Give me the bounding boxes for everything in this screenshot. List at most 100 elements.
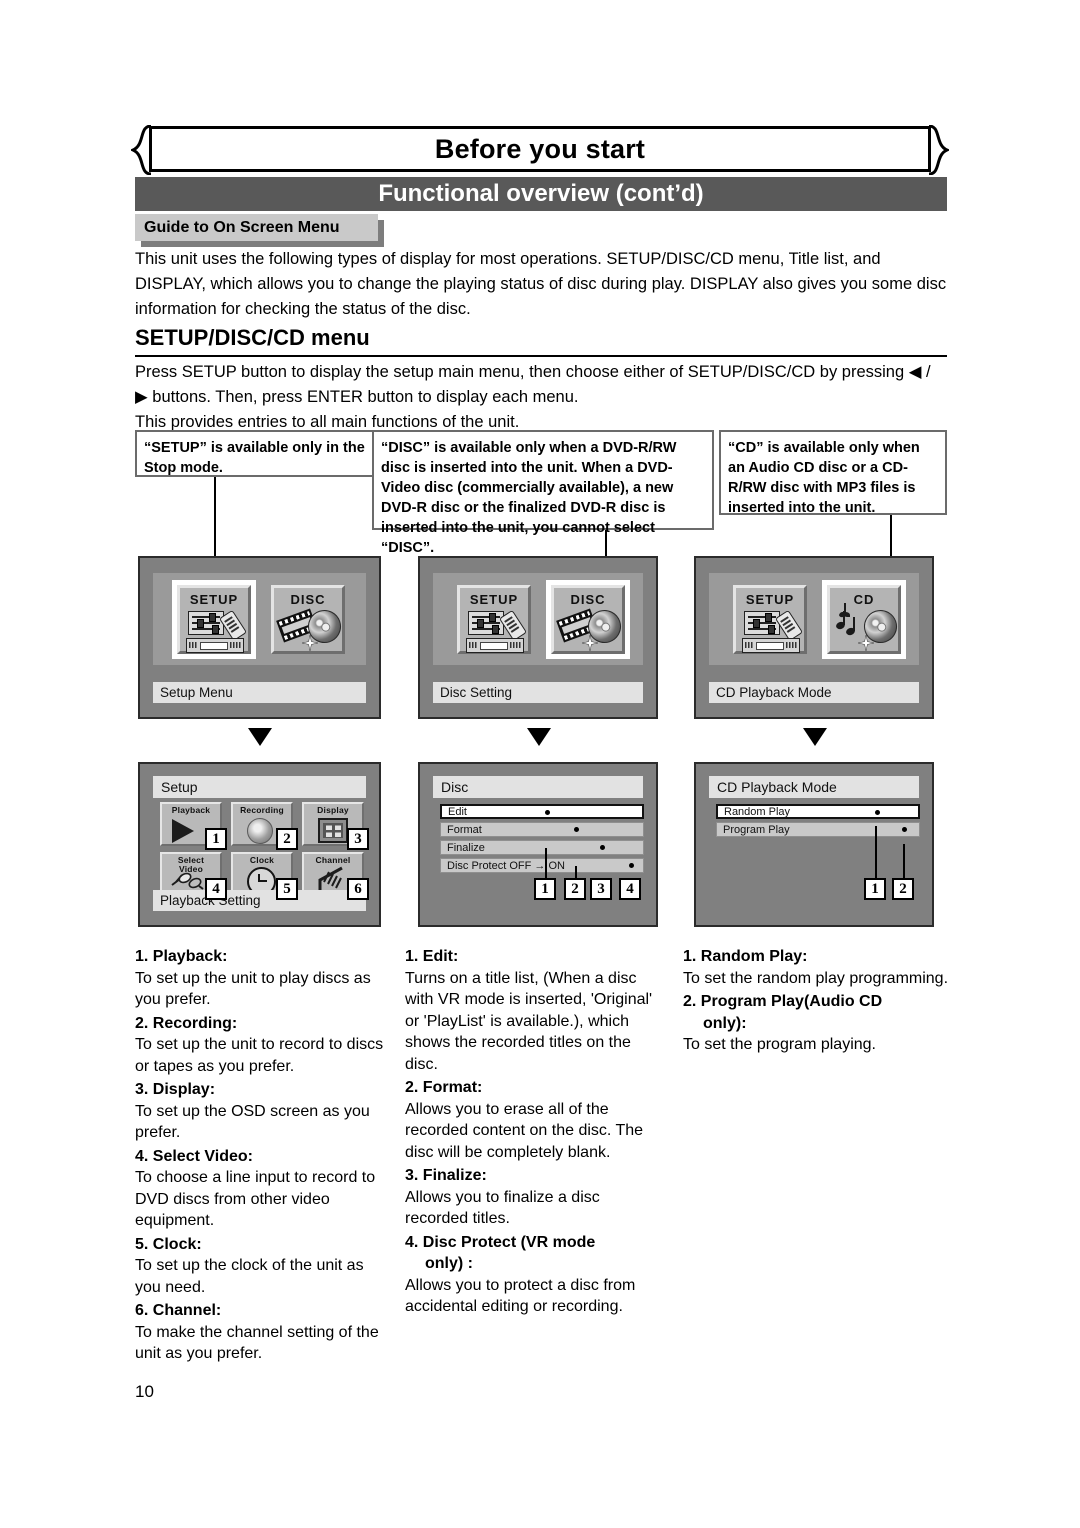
setup-tile-label: Recording bbox=[240, 805, 284, 815]
screen-disc-setting: SETUP DISC Disc Setting bbox=[418, 556, 658, 719]
tile-setup-label: SETUP bbox=[745, 592, 795, 607]
setup-tile-label: Display bbox=[317, 805, 349, 815]
page-title: Before you start bbox=[434, 133, 646, 164]
screen-caption: CD Playback Mode bbox=[709, 682, 919, 703]
descriptions-setup: 1. Playback: To set up the unit to play … bbox=[135, 944, 388, 1366]
screen-stage: SETUP DISC bbox=[153, 573, 366, 665]
setup-tile-grid: Playback 1 Recording 2 Display 3 Select V… bbox=[160, 802, 369, 900]
desc-heading: 3. Display: bbox=[135, 1081, 216, 1098]
callout-disc: “DISC” is available only when a DVD-R/RW… bbox=[372, 430, 714, 556]
screen-stage: SETUP CD bbox=[709, 573, 919, 665]
cd-option-list: Random Play Program Play bbox=[716, 804, 920, 840]
desc-heading: 3. Finalize: bbox=[405, 1167, 487, 1184]
desc-body: To choose a line input to record to DVD … bbox=[135, 1169, 376, 1229]
tile-setup[interactable]: SETUP bbox=[457, 585, 531, 654]
leader-dot bbox=[545, 810, 550, 815]
setup-tile-label: Clock bbox=[249, 855, 275, 865]
tile-setup[interactable]: SETUP bbox=[733, 585, 807, 654]
tile-disc[interactable]: DISC bbox=[271, 585, 346, 654]
equalizer-icon bbox=[188, 611, 224, 635]
record-icon bbox=[247, 818, 273, 844]
connector-line-disc bbox=[605, 530, 607, 556]
desc-body: To set up the unit to record to discs or… bbox=[135, 1036, 384, 1075]
tile-setup[interactable]: SETUP bbox=[172, 580, 256, 659]
screen-cd-menu: CD Playback Mode Random Play Program Pla… bbox=[694, 762, 934, 927]
osd-title: Disc bbox=[433, 776, 643, 798]
desc-heading-line2: only) : bbox=[425, 1255, 473, 1272]
callout-number-5: 5 bbox=[276, 878, 298, 900]
page-number: 10 bbox=[135, 1382, 154, 1401]
screen-cd-playback-mode: SETUP CD CD Playback Mode bbox=[694, 556, 934, 719]
desc-heading: 2. Format: bbox=[405, 1079, 483, 1096]
callout-number-1: 1 bbox=[864, 878, 886, 900]
osd-title: CD Playback Mode bbox=[709, 776, 919, 798]
desc-body: To set the program playing. bbox=[683, 1036, 876, 1053]
list-item[interactable]: Program Play bbox=[716, 822, 920, 837]
desc-body: Allows you to erase all of the recorded … bbox=[405, 1100, 644, 1161]
section-subtitle-bar: Functional overview (cont’d) bbox=[135, 177, 947, 211]
callout-number-2: 2 bbox=[564, 878, 586, 900]
desc-heading-line2: only): bbox=[703, 1014, 747, 1032]
page-banner: Before you start bbox=[131, 125, 949, 175]
desc-heading: 1. Playback: bbox=[135, 948, 228, 965]
leader-line bbox=[575, 866, 577, 878]
desc-body: Turns on a title list, (When a disc with… bbox=[405, 969, 653, 1073]
list-item-label: Format bbox=[447, 823, 482, 836]
screen-caption: Disc Setting bbox=[433, 682, 643, 703]
callout-number-3: 3 bbox=[590, 878, 612, 900]
list-item[interactable]: Format bbox=[440, 822, 644, 837]
desc-heading: 6. Channel: bbox=[135, 1302, 222, 1319]
callout-cd: “CD” is available only when an Audio CD … bbox=[719, 430, 947, 516]
leader-dot bbox=[875, 810, 880, 815]
list-item[interactable]: Edit bbox=[440, 804, 644, 819]
flow-arrow-down-icon bbox=[527, 728, 551, 746]
flow-arrow-down-icon bbox=[248, 728, 272, 746]
tile-disc-label: DISC bbox=[570, 592, 606, 607]
desc-heading: 1. Random Play: bbox=[683, 948, 808, 965]
desc-heading-line1: 2. Program Play(Audio CD bbox=[683, 993, 883, 1010]
recorder-deck-icon bbox=[186, 638, 244, 653]
leader-line bbox=[903, 844, 905, 878]
list-item-label: Program Play bbox=[723, 823, 790, 836]
sparkle-icon bbox=[582, 635, 598, 651]
list-item[interactable]: Disc Protect OFF → ON bbox=[440, 858, 644, 873]
screen-caption: Setup Menu bbox=[153, 682, 366, 703]
remote-control-icon bbox=[774, 609, 804, 642]
list-item-label: Edit bbox=[448, 805, 467, 818]
desc-heading: 4. Disc Protect (VR mode only) : bbox=[405, 1232, 667, 1275]
tile-setup-label: SETUP bbox=[189, 592, 239, 607]
callout-number-4: 4 bbox=[619, 878, 641, 900]
leader-dot bbox=[902, 827, 907, 832]
sparkle-icon bbox=[858, 635, 874, 651]
screen-caption: Playback Setting bbox=[153, 890, 366, 911]
desc-heading: 1. Edit: bbox=[405, 948, 459, 965]
desc-body: To set up the OSD screen as you prefer. bbox=[135, 1102, 370, 1142]
tile-disc[interactable]: DISC bbox=[546, 580, 630, 659]
list-item[interactable]: Random Play bbox=[716, 804, 920, 819]
tile-cd[interactable]: CD bbox=[822, 580, 906, 659]
list-item[interactable]: Finalize bbox=[440, 840, 644, 855]
remote-control-icon bbox=[218, 609, 248, 642]
list-item-label: Random Play bbox=[724, 805, 791, 818]
callout-setup: “SETUP” is available only in the Stop mo… bbox=[135, 430, 375, 477]
tile-cd-label: CD bbox=[853, 592, 875, 607]
av-plug-icon bbox=[171, 872, 204, 890]
desc-heading-line1: 4. Disc Protect (VR mode bbox=[405, 1233, 596, 1251]
descriptions-cd: 1. Random Play: To set the random play p… bbox=[683, 944, 953, 1057]
section-tab-label: Guide to On Screen Menu bbox=[144, 218, 340, 236]
callout-number-6: 6 bbox=[347, 878, 369, 900]
leader-line bbox=[875, 826, 877, 878]
callout-number-2: 2 bbox=[892, 878, 914, 900]
heading-rule bbox=[135, 355, 947, 357]
desc-body: Allows you to protect a disc from accide… bbox=[405, 1276, 636, 1316]
intro-paragraph: This unit uses the following types of di… bbox=[135, 250, 947, 318]
leader-dot bbox=[600, 845, 605, 850]
setup-tile-label: Channel bbox=[315, 855, 351, 865]
list-item-label: Finalize bbox=[447, 841, 485, 854]
desc-body: To set up the unit to play discs as you … bbox=[135, 969, 371, 1009]
leader-dot bbox=[574, 827, 579, 832]
callout-number-1: 1 bbox=[205, 828, 227, 850]
recorder-deck-icon bbox=[742, 638, 800, 653]
screen-stage: SETUP DISC bbox=[433, 573, 643, 665]
callout-number-2: 2 bbox=[276, 828, 298, 850]
